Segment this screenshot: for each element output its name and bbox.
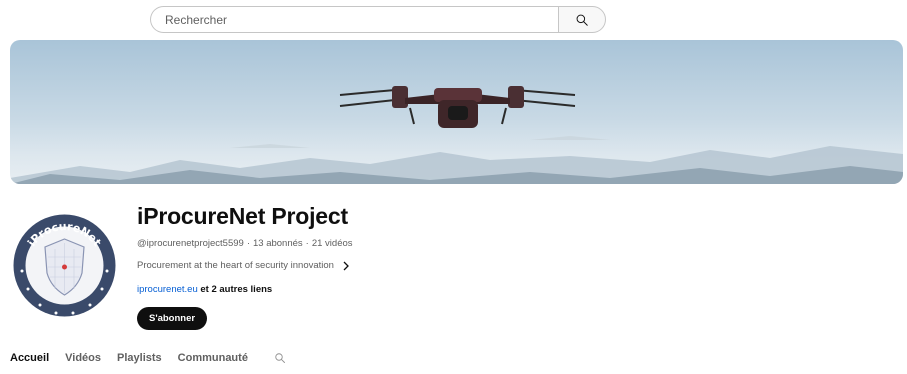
channel-avatar[interactable]: iProcureNet — [10, 211, 119, 320]
channel-handle: @iprocurenetproject5599 — [137, 238, 244, 249]
search-button[interactable] — [558, 6, 606, 33]
search-icon — [275, 353, 285, 363]
subscriber-count: 13 abonnés — [253, 238, 303, 249]
external-link[interactable]: iprocurenet.eu — [137, 284, 198, 295]
meta-separator: · — [246, 238, 250, 249]
channel-links: iprocurenet.eu et 2 autres liens — [137, 283, 353, 296]
tab-communaute[interactable]: Communauté — [178, 352, 248, 364]
channel-meta: @iprocurenetproject5599 · 13 abonnés · 2… — [137, 237, 353, 250]
search-input[interactable] — [150, 6, 558, 33]
description-text: Procurement at the heart of security inn… — [137, 260, 334, 271]
channel-info: iProcureNet Project @iprocurenetproject5… — [137, 202, 353, 330]
search-bar — [150, 6, 606, 33]
subscribe-button[interactable]: S'abonner — [137, 307, 208, 330]
tab-videos[interactable]: Vidéos — [65, 352, 101, 364]
tab-accueil[interactable]: Accueil — [10, 352, 49, 364]
channel-name: iProcureNet Project — [137, 203, 348, 229]
video-count: 21 vidéos — [311, 238, 353, 249]
channel-description[interactable]: Procurement at the heart of security inn… — [137, 260, 353, 271]
chevron-right-icon — [343, 261, 349, 270]
tab-playlists[interactable]: Playlists — [117, 352, 162, 364]
tab-search-button[interactable] — [274, 352, 286, 364]
channel-banner — [10, 40, 903, 184]
channel-tabs: Accueil Vidéos Playlists Communauté — [10, 352, 286, 364]
meta-separator: · — [305, 238, 309, 249]
more-links[interactable]: et 2 autres liens — [200, 284, 272, 295]
search-icon — [576, 14, 588, 26]
